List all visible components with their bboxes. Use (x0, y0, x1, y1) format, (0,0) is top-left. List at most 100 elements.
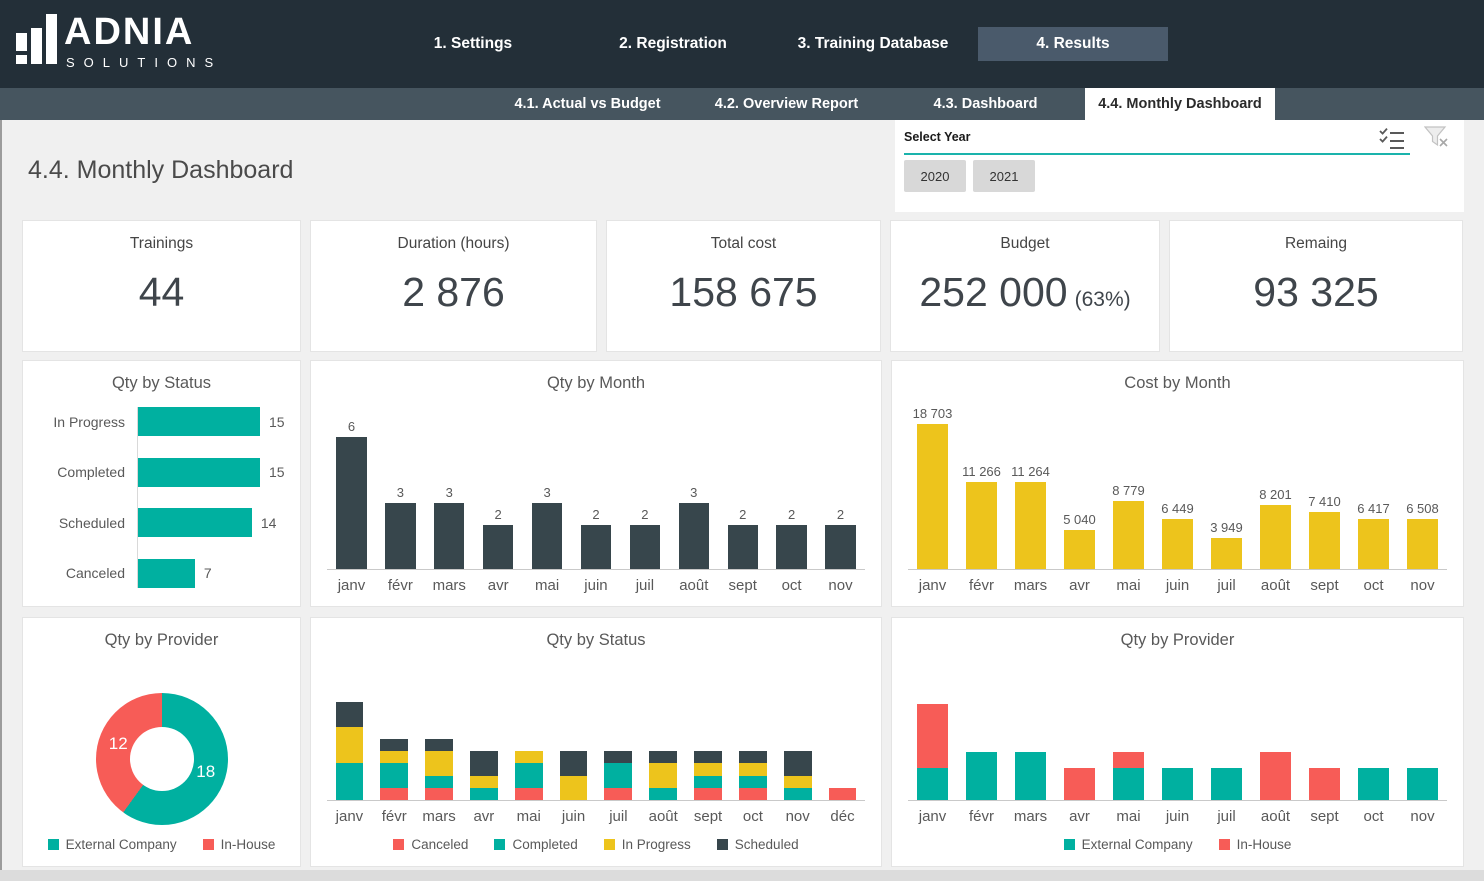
bar-segment (380, 763, 408, 788)
legend-item: External Company (48, 837, 177, 852)
subnav-item-dashboard[interactable]: 4.3. Dashboard (886, 88, 1085, 120)
bar-segment (1064, 768, 1094, 800)
donut-ring: 1812 (96, 693, 228, 825)
nav-item-registration[interactable]: 2. Registration (573, 27, 773, 61)
axis-line (137, 407, 138, 588)
bar-segment (1113, 752, 1143, 768)
category-label: mars (1006, 577, 1055, 594)
bar-segment (966, 752, 996, 800)
bar (581, 525, 611, 569)
bar (532, 503, 562, 569)
nav-item-settings[interactable]: 1. Settings (373, 27, 573, 61)
chart-title: Qty by Status (311, 631, 881, 650)
chart-title: Qty by Provider (23, 631, 300, 650)
bar (1407, 519, 1437, 569)
brand-name: ADNIA (64, 12, 222, 52)
nav-item-training-database[interactable]: 3. Training Database (773, 27, 973, 61)
chart-legend: CanceledCompletedIn ProgressScheduled (327, 837, 865, 852)
kpi-value: 93 325 (1170, 269, 1462, 316)
qty-by-status-stacked-chart: janvfévrmarsavrmaijuinjuilaoûtseptoctnov… (327, 702, 865, 852)
subnav-item-overview-report[interactable]: 4.2. Overview Report (687, 88, 886, 120)
bar (385, 503, 415, 569)
bar-segment (425, 776, 453, 788)
bar-column: 3 949 (1202, 520, 1251, 569)
subnav-item-actual-vs-budget[interactable]: 4.1. Actual vs Budget (488, 88, 687, 120)
kpi-row: Trainings 44 Duration (hours) 2 876 Tota… (22, 220, 1463, 352)
legend-swatch (1064, 839, 1075, 850)
bar-column: 6 508 (1398, 501, 1447, 569)
category-label: mars (425, 577, 474, 594)
nav-item-results[interactable]: 4. Results (978, 27, 1168, 61)
category-label: avr (474, 577, 523, 594)
value-label: 6 (348, 419, 355, 434)
bar-column: 3 (376, 485, 425, 569)
category-label: janv (327, 808, 372, 825)
bar (1260, 505, 1290, 569)
bar (1358, 519, 1388, 569)
legend-item: External Company (1064, 837, 1193, 852)
bar-column: 6 417 (1349, 501, 1398, 569)
legend-swatch (203, 839, 214, 850)
bar-segment (1015, 752, 1045, 800)
category-label: févr (372, 808, 417, 825)
year-buttons: 2020 2021 (904, 160, 1035, 192)
main-nav: 1. Settings 2. Registration 3. Training … (373, 27, 1173, 61)
bar-segment (470, 751, 498, 776)
slicer-title: Select Year (904, 130, 971, 144)
bar-segment (470, 788, 498, 800)
category-label: mai (523, 577, 572, 594)
bar-segment (739, 776, 767, 788)
category-label: oct (1349, 808, 1398, 825)
bar-column: 2 (572, 507, 621, 569)
bar-segment (784, 751, 812, 776)
bar-column (372, 739, 417, 800)
bar-segment (1260, 752, 1290, 800)
bar (483, 525, 513, 569)
clear-filter-icon[interactable] (1424, 126, 1450, 155)
subnav-item-monthly-dashboard[interactable]: 4.4. Monthly Dashboard (1085, 88, 1275, 120)
bar-column: 18 703 (908, 406, 957, 569)
category-label: févr (957, 577, 1006, 594)
value-label: 8 779 (1112, 483, 1145, 498)
bar-segment (1211, 768, 1241, 800)
bar (630, 525, 660, 569)
category-axis: janvfévrmarsavrmaijuinjuilaoûtseptoctnov (908, 577, 1447, 594)
bar-column: 3 (669, 485, 718, 569)
legend-label: Completed (512, 837, 577, 852)
category-label: In Progress (37, 414, 138, 430)
value-label: 11 264 (1011, 464, 1050, 479)
category-label: sept (718, 577, 767, 594)
kpi-label: Remaing (1170, 235, 1462, 253)
bar-segment (649, 763, 677, 788)
bar-column: 2 (474, 507, 523, 569)
bar-segment (380, 751, 408, 763)
bar-segment (470, 776, 498, 788)
value-label: 5 040 (1063, 512, 1096, 527)
plot-area: 63323223222 (327, 419, 865, 570)
panel-qty-by-provider-donut: Qty by Provider 1812 External Company In-H… (22, 617, 301, 867)
legend-item: Completed (494, 837, 577, 852)
bar (728, 525, 758, 569)
bar-column: 6 449 (1153, 501, 1202, 569)
year-button-2020[interactable]: 2020 (904, 160, 966, 192)
legend-swatch (494, 839, 505, 850)
multi-select-icon[interactable] (1378, 126, 1406, 155)
panel-qty-by-status-stacked: Qty by Status janvfévrmarsavrmaijuinjuil… (310, 617, 882, 867)
bar-segment (604, 788, 632, 800)
brand-logo: ADNIA SOLUTIONS (16, 12, 222, 70)
category-label: juin (1153, 808, 1202, 825)
chart-title: Cost by Month (892, 374, 1463, 393)
bar-column: 3 (523, 485, 572, 569)
bar-column (551, 751, 596, 800)
value-label: 3 (397, 485, 404, 500)
bar-column (1300, 768, 1349, 800)
bar-column (417, 739, 462, 800)
year-button-2021[interactable]: 2021 (973, 160, 1035, 192)
value-label: 6 417 (1357, 501, 1390, 516)
value-label: 18 703 (913, 406, 953, 421)
bar-segment (784, 788, 812, 800)
legend-item: In-House (203, 837, 276, 852)
value-label: 7 (204, 565, 212, 581)
bar (1309, 512, 1339, 569)
bar-segment (694, 763, 722, 775)
